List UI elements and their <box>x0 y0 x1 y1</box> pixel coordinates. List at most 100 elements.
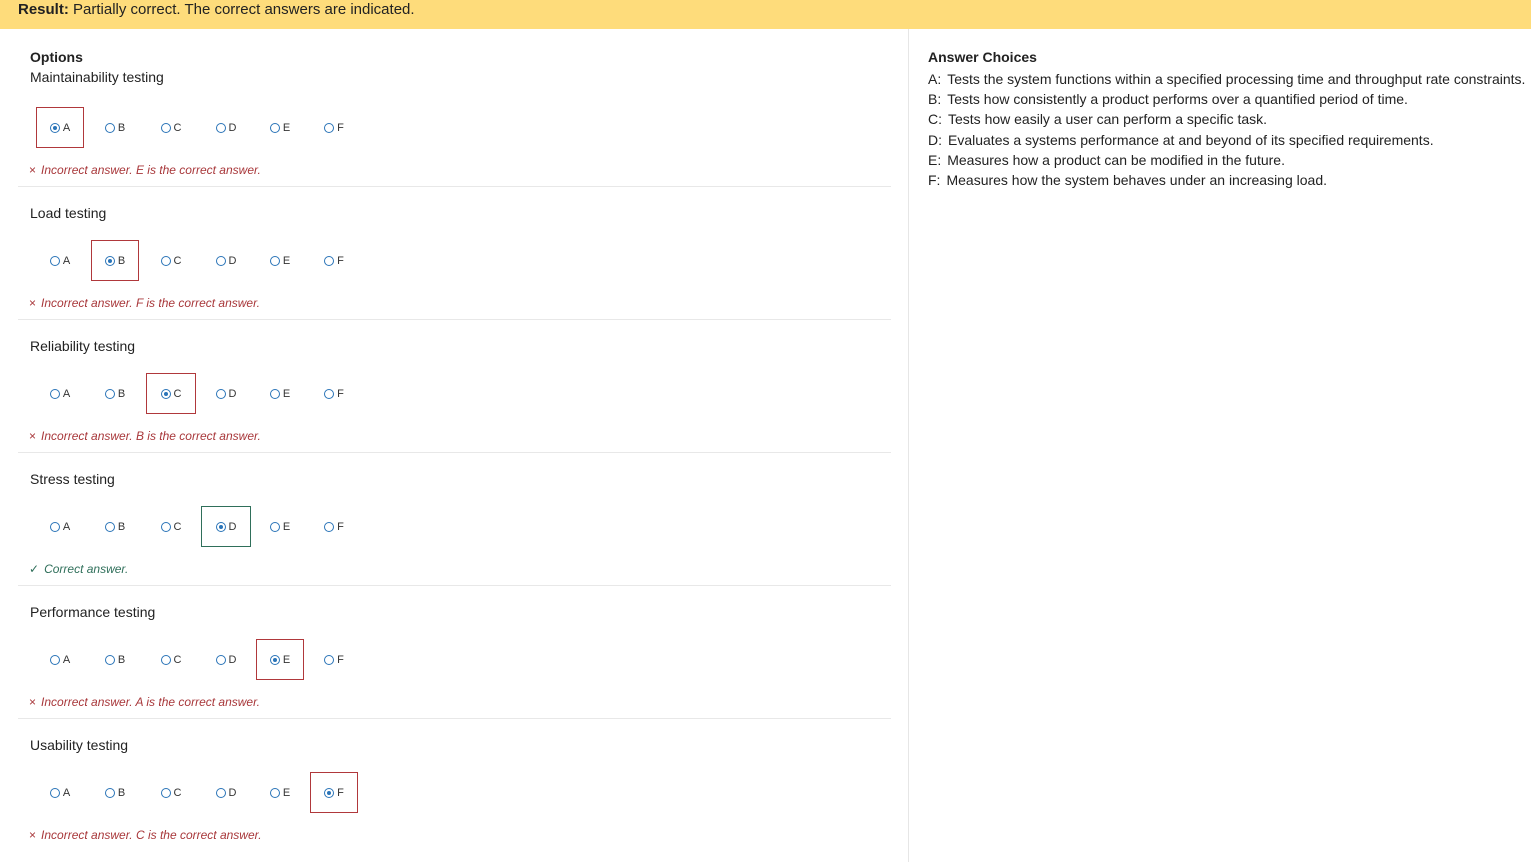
radio-unchecked-icon[interactable] <box>104 388 115 399</box>
choice-option-c[interactable]: C <box>146 772 196 813</box>
radio-unchecked-icon[interactable] <box>269 521 280 532</box>
radio-unchecked-icon[interactable] <box>160 521 171 532</box>
choice-letter: C <box>173 786 182 799</box>
question-block: Reliability testing A B C D E F × Incorrect answ… <box>0 295 891 453</box>
choice-option-b[interactable]: B <box>91 639 139 680</box>
choice-option-c[interactable]: C <box>146 373 196 414</box>
choice-option-b[interactable]: B <box>91 506 139 547</box>
choice-option-e[interactable]: E <box>256 373 304 414</box>
choice-row: A B C D E F <box>36 373 396 414</box>
choice-letter: C <box>173 254 182 267</box>
choice-option-d[interactable]: D <box>201 107 251 148</box>
radio-checked-icon[interactable] <box>160 388 171 399</box>
answer-choice-text: Tests the system functions within a spec… <box>947 71 1526 87</box>
choice-letter: A <box>62 121 71 134</box>
choice-option-e[interactable]: E <box>256 506 304 547</box>
answer-choice-text: Measures how a product can be modified i… <box>947 151 1285 168</box>
choice-option-e[interactable]: E <box>256 772 304 813</box>
question-title: Load testing <box>30 205 107 221</box>
choice-row: A B C D E F <box>36 107 396 148</box>
radio-unchecked-icon[interactable] <box>104 654 115 665</box>
question-title: Performance testing <box>30 604 156 620</box>
choice-letter: E <box>282 520 291 533</box>
radio-unchecked-icon[interactable] <box>324 388 335 399</box>
choice-option-b[interactable]: B <box>91 373 139 414</box>
choice-letter: C <box>173 653 182 666</box>
choice-option-a[interactable]: A <box>36 373 84 414</box>
choice-option-a[interactable]: A <box>36 639 84 680</box>
choice-option-f[interactable]: F <box>310 240 358 281</box>
choice-option-e[interactable]: E <box>256 639 304 680</box>
radio-unchecked-icon[interactable] <box>324 122 335 133</box>
choice-letter: C <box>173 121 182 134</box>
radio-unchecked-icon[interactable] <box>324 521 335 532</box>
radio-unchecked-icon[interactable] <box>215 255 226 266</box>
choice-option-d[interactable]: D <box>201 772 251 813</box>
choice-option-f[interactable]: F <box>310 107 358 148</box>
choice-option-d[interactable]: D <box>201 506 251 547</box>
radio-unchecked-icon[interactable] <box>269 787 280 798</box>
choice-option-b[interactable]: B <box>91 240 139 281</box>
choice-option-f[interactable]: F <box>310 373 358 414</box>
radio-unchecked-icon[interactable] <box>215 388 226 399</box>
choice-option-a[interactable]: A <box>36 240 84 281</box>
choice-letter: A <box>62 786 71 799</box>
choice-letter: B <box>117 786 126 799</box>
radio-unchecked-icon[interactable] <box>160 122 171 133</box>
radio-unchecked-icon[interactable] <box>160 654 171 665</box>
choice-option-e[interactable]: E <box>256 107 304 148</box>
choice-option-f[interactable]: F <box>310 506 358 547</box>
radio-unchecked-icon[interactable] <box>49 255 60 266</box>
choice-option-c[interactable]: C <box>146 240 196 281</box>
answer-choice-item: E: Measures how a product can be modified… <box>928 150 1525 170</box>
radio-unchecked-icon[interactable] <box>215 654 226 665</box>
radio-unchecked-icon[interactable] <box>160 787 171 798</box>
radio-unchecked-icon[interactable] <box>49 521 60 532</box>
radio-checked-icon[interactable] <box>324 787 335 798</box>
choice-option-c[interactable]: C <box>146 107 196 148</box>
choice-option-a[interactable]: A <box>36 506 84 547</box>
answer-choice-item: F: Measures how the system behaves under … <box>928 170 1525 190</box>
radio-checked-icon[interactable] <box>49 122 60 133</box>
choice-option-a[interactable]: A <box>36 772 84 813</box>
question-title: Usability testing <box>30 737 129 753</box>
choice-option-f[interactable]: F <box>310 639 358 680</box>
radio-unchecked-icon[interactable] <box>215 122 226 133</box>
choice-option-b[interactable]: B <box>91 107 139 148</box>
radio-unchecked-icon[interactable] <box>160 255 171 266</box>
radio-checked-icon[interactable] <box>104 255 115 266</box>
question-block: Load testing A B C D E F × Incorrect answer. F i… <box>0 162 891 320</box>
choice-option-b[interactable]: B <box>91 772 139 813</box>
choice-option-a[interactable]: A <box>36 107 84 148</box>
choice-letter: D <box>228 387 237 400</box>
radio-unchecked-icon[interactable] <box>104 122 115 133</box>
choice-letter: F <box>337 786 344 799</box>
choice-option-e[interactable]: E <box>256 240 304 281</box>
radio-unchecked-icon[interactable] <box>49 787 60 798</box>
radio-unchecked-icon[interactable] <box>215 787 226 798</box>
radio-unchecked-icon[interactable] <box>324 654 335 665</box>
answer-choice-letter: A: <box>928 71 942 87</box>
radio-checked-icon[interactable] <box>269 654 280 665</box>
answer-choice-text: Tests how easily a user can perform a sp… <box>948 111 1268 128</box>
choice-option-c[interactable]: C <box>146 639 196 680</box>
radio-unchecked-icon[interactable] <box>104 521 115 532</box>
choice-letter: D <box>228 121 237 134</box>
radio-unchecked-icon[interactable] <box>269 388 280 399</box>
radio-unchecked-icon[interactable] <box>49 654 60 665</box>
radio-unchecked-icon[interactable] <box>49 388 60 399</box>
radio-unchecked-icon[interactable] <box>269 122 280 133</box>
answer-choice-item: D: Evaluates a systems performance at and… <box>928 130 1525 150</box>
options-panel: Options Maintainability testing A B C D E F × In… <box>0 29 909 862</box>
radio-unchecked-icon[interactable] <box>104 787 115 798</box>
radio-unchecked-icon[interactable] <box>324 255 335 266</box>
radio-unchecked-icon[interactable] <box>269 255 280 266</box>
choice-option-d[interactable]: D <box>201 240 251 281</box>
feedback-text: Incorrect answer. C is the correct answe… <box>41 828 262 842</box>
choice-row: A B C D E F <box>36 240 396 281</box>
choice-option-f[interactable]: F <box>310 772 358 813</box>
choice-option-c[interactable]: C <box>146 506 196 547</box>
choice-option-d[interactable]: D <box>201 639 251 680</box>
radio-checked-icon[interactable] <box>215 521 226 532</box>
choice-option-d[interactable]: D <box>201 373 251 414</box>
